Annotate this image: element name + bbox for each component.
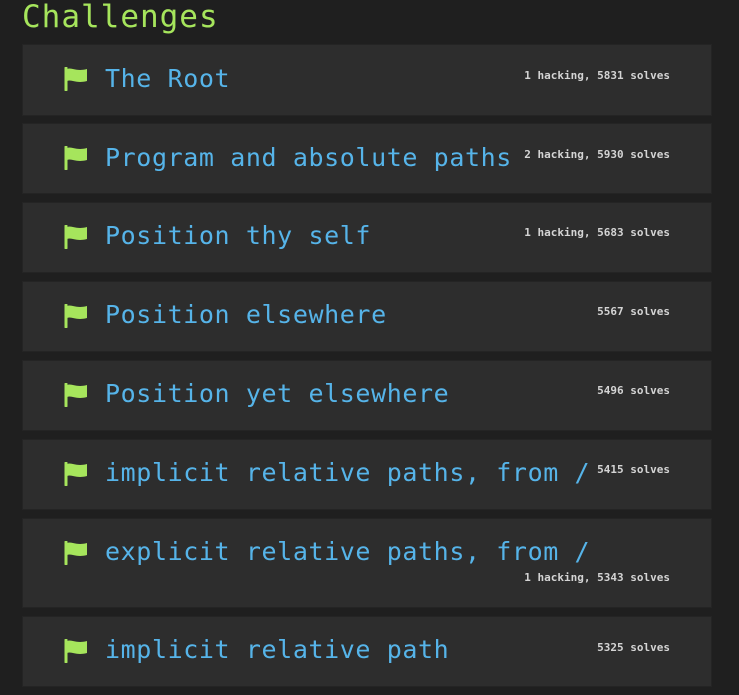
flag-icon — [63, 304, 89, 328]
flag-icon — [63, 383, 89, 407]
challenge-stats: 5325 solves — [597, 641, 670, 654]
challenge-name: explicit relative paths, from / — [105, 537, 591, 566]
challenge-item-implicit-relative-path[interactable]: implicit relative path 5325 solves — [22, 616, 712, 687]
flag-icon — [63, 146, 89, 170]
flag-icon — [63, 639, 89, 663]
challenge-name: implicit relative paths, from / — [105, 458, 591, 487]
challenge-stats: 1 hacking, 5343 solves — [524, 571, 670, 584]
flag-icon — [63, 67, 89, 91]
challenge-stats: 5567 solves — [597, 305, 670, 318]
challenge-stats: 5496 solves — [597, 384, 670, 397]
challenge-name: implicit relative path — [105, 635, 450, 664]
challenge-name: Position elsewhere — [105, 300, 387, 329]
challenge-item-position-elsewhere[interactable]: Position elsewhere 5567 solves — [22, 281, 712, 352]
challenge-stats: 1 hacking, 5683 solves — [524, 226, 670, 239]
challenge-stats: 5415 solves — [597, 463, 670, 476]
page-title: Challenges — [22, 0, 219, 35]
challenge-stats: 1 hacking, 5831 solves — [524, 69, 670, 82]
challenge-name: Position thy self — [105, 221, 372, 250]
flag-icon — [63, 462, 89, 486]
challenge-item-program-and-absolute-paths[interactable]: Program and absolute paths 2 hacking, 59… — [22, 123, 712, 194]
challenge-item-position-yet-elsewhere[interactable]: Position yet elsewhere 5496 solves — [22, 360, 712, 431]
challenge-stats: 2 hacking, 5930 solves — [524, 148, 670, 161]
challenge-name: Program and absolute paths — [105, 143, 512, 172]
challenge-item-explicit-relative-paths-from-root[interactable]: explicit relative paths, from / 1 hackin… — [22, 518, 712, 608]
challenge-item-implicit-relative-paths-from-root[interactable]: implicit relative paths, from / 5415 sol… — [22, 439, 712, 510]
challenge-name: The Root — [105, 64, 231, 93]
challenge-item-position-thy-self[interactable]: Position thy self 1 hacking, 5683 solves — [22, 202, 712, 273]
flag-icon — [63, 541, 89, 565]
challenge-item-the-root[interactable]: The Root 1 hacking, 5831 solves — [22, 44, 712, 116]
flag-icon — [63, 225, 89, 249]
challenge-name: Position yet elsewhere — [105, 379, 450, 408]
